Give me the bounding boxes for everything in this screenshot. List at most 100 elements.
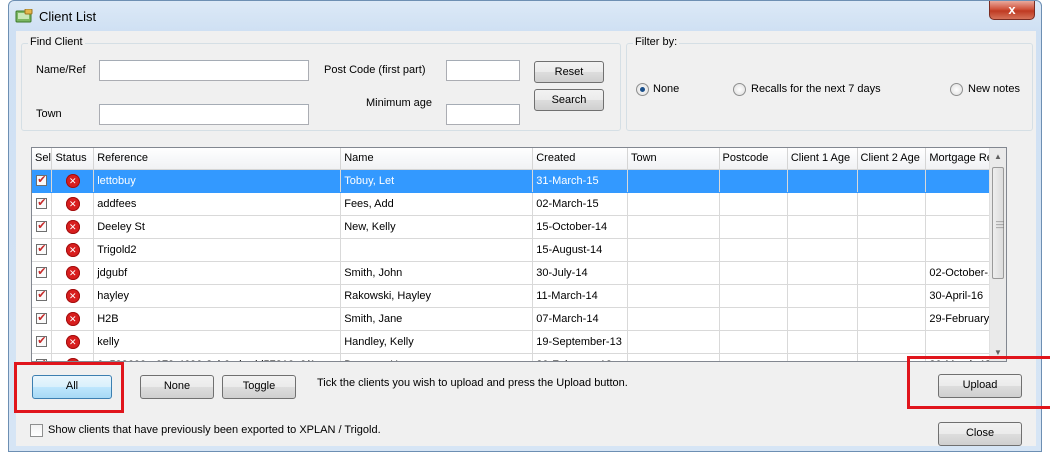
cell-status[interactable]: ✕ — [51, 353, 95, 361]
cell-created: 20-February-13 — [532, 353, 628, 361]
select-none-button[interactable]: None — [140, 375, 214, 399]
row-select-checkbox[interactable] — [36, 265, 48, 279]
table-row[interactable]: ✕ Deeley StNew, Kelly15-October-14 — [32, 215, 1006, 239]
column-header-sel[interactable]: Sel — [32, 148, 53, 170]
row-select-checkbox[interactable] — [36, 242, 48, 256]
column-header-client2-age[interactable]: Client 2 Age — [857, 148, 927, 170]
column-header-postcode[interactable]: Postcode — [719, 148, 788, 170]
cell-postcode — [719, 215, 788, 239]
cell-client2-age — [857, 261, 927, 285]
cell-postcode — [719, 169, 788, 193]
table-row[interactable]: ✕0e522600-e079-4690-8cb6-cbedd57810e9/1D… — [32, 353, 1006, 361]
reset-button[interactable]: Reset — [534, 61, 604, 83]
cell-name: Tobuy, Let — [340, 169, 534, 193]
cell-status[interactable]: ✕ — [51, 261, 95, 285]
cell-status[interactable]: ✕ — [51, 330, 95, 354]
cell-reference: 0e522600-e079-4690-8cb6-cbedd57810e9/1 — [93, 353, 342, 361]
scroll-thumb[interactable]: ― ― ― — [992, 167, 1004, 279]
cell-select[interactable] — [32, 261, 53, 285]
cell-select[interactable] — [32, 284, 53, 308]
close-button[interactable]: Close — [938, 422, 1022, 446]
column-header-status[interactable]: Status — [51, 148, 95, 170]
cell-created: 07-March-14 — [532, 307, 628, 331]
table-row[interactable]: ✕hayleyRakowski, Hayley11-March-1430-Apr… — [32, 284, 1006, 308]
cell-reference: Deeley St — [93, 215, 342, 239]
table-row[interactable]: ✕jdgubfSmith, John30-July-1402-October-1 — [32, 261, 1006, 285]
cell-created: 11-March-14 — [532, 284, 628, 308]
cell-status[interactable]: ✕ — [51, 215, 95, 239]
name-ref-label: Name/Ref — [36, 64, 86, 76]
show-exported-checkbox[interactable] — [30, 424, 43, 437]
filter-group: Filter by: None Recalls for the next 7 d… — [626, 36, 1033, 131]
cell-client1-age — [787, 307, 858, 331]
table-row[interactable]: ✕ lettobuyTobuy, Let31-March-15 — [32, 169, 1006, 193]
scroll-up-icon[interactable]: ▲ — [990, 148, 1006, 165]
filter-none-label: None — [653, 83, 680, 95]
cell-status[interactable]: ✕ — [51, 169, 95, 193]
column-header-client1-age[interactable]: Client 1 Age — [787, 148, 858, 170]
cell-reference: hayley — [93, 284, 342, 308]
cell-select[interactable] — [32, 330, 53, 354]
column-header-created[interactable]: Created — [532, 148, 628, 170]
filter-new-notes-radio[interactable] — [950, 83, 963, 96]
cell-name: Dawson, Harry — [340, 353, 534, 361]
cell-select[interactable] — [32, 307, 53, 331]
find-client-group: Find Client Name/Ref Town Post Code (fir… — [21, 36, 621, 131]
table-row[interactable]: ✕ kellyHandley, Kelly19-September-13 — [32, 330, 1006, 354]
table-row[interactable]: ✕ addfeesFees, Add02-March-15 — [32, 192, 1006, 216]
cell-select[interactable] — [32, 353, 53, 361]
app-window-icon — [15, 9, 33, 23]
table-row[interactable]: ✕H2BSmith, Jane07-March-1429-February- — [32, 307, 1006, 331]
column-header-reference[interactable]: Reference — [93, 148, 342, 170]
cell-created: 02-March-15 — [532, 192, 628, 216]
cell-reference: jdgubf — [93, 261, 342, 285]
cell-client1-age — [787, 284, 858, 308]
show-exported-label: Show clients that have previously been e… — [48, 424, 381, 436]
cell-name: Fees, Add — [340, 192, 534, 216]
cell-client2-age — [857, 192, 927, 216]
table-row[interactable]: ✕ Trigold2 15-August-14 — [32, 238, 1006, 262]
row-select-checkbox[interactable] — [36, 219, 48, 233]
cell-status[interactable]: ✕ — [51, 307, 95, 331]
cell-status[interactable]: ✕ — [51, 284, 95, 308]
row-select-checkbox[interactable] — [36, 311, 48, 325]
row-select-checkbox[interactable] — [36, 173, 48, 187]
cell-postcode — [719, 238, 788, 262]
filter-none-radio[interactable] — [636, 83, 649, 96]
row-select-checkbox[interactable] — [36, 334, 48, 348]
toggle-selection-button[interactable]: Toggle — [222, 375, 296, 399]
name-ref-input[interactable] — [99, 60, 309, 81]
row-select-checkbox[interactable] — [36, 288, 48, 302]
filter-recalls-label: Recalls for the next 7 days — [751, 83, 881, 95]
cell-created: 15-August-14 — [532, 238, 628, 262]
client-grid: Sel Status Reference Name Created Town P… — [31, 147, 1007, 362]
grid-vertical-scrollbar[interactable]: ▲ ― ― ― ▼ — [989, 148, 1006, 361]
title-bar[interactable]: Client List x — [9, 1, 1041, 31]
row-select-checkbox[interactable] — [36, 196, 48, 210]
minimum-age-input[interactable] — [446, 104, 520, 125]
cell-reference: kelly — [93, 330, 342, 354]
column-header-name[interactable]: Name — [340, 148, 534, 170]
cell-postcode — [719, 307, 788, 331]
window-close-button[interactable]: x — [989, 1, 1035, 20]
cell-select[interactable] — [32, 169, 53, 193]
cell-select[interactable] — [32, 215, 53, 239]
column-header-town[interactable]: Town — [627, 148, 720, 170]
filter-new-notes-label: New notes — [968, 83, 1020, 95]
cell-reference: H2B — [93, 307, 342, 331]
filter-recalls-radio[interactable] — [733, 83, 746, 96]
cell-status[interactable]: ✕ — [51, 192, 95, 216]
postcode-input[interactable] — [446, 60, 520, 81]
cell-client1-age — [787, 192, 858, 216]
cell-status[interactable]: ✕ — [51, 238, 95, 262]
cell-select[interactable] — [32, 192, 53, 216]
cell-select[interactable] — [32, 238, 53, 262]
client-area: Find Client Name/Ref Town Post Code (fir… — [16, 31, 1036, 446]
postcode-label: Post Code (first part) — [324, 64, 426, 76]
town-input[interactable] — [99, 104, 309, 125]
search-button[interactable]: Search — [534, 89, 604, 111]
town-label: Town — [36, 108, 62, 120]
cell-created: 30-July-14 — [532, 261, 628, 285]
cell-reference: addfees — [93, 192, 342, 216]
cell-client2-age — [857, 215, 927, 239]
